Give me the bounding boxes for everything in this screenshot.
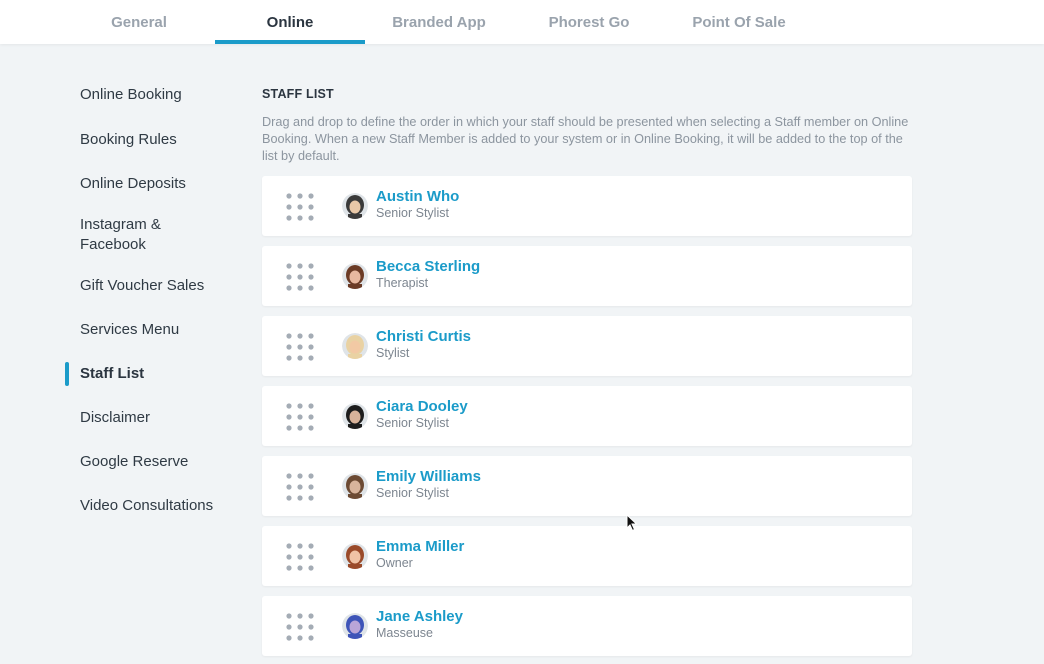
drag-handle-icon[interactable]	[286, 333, 314, 361]
section-description: Drag and drop to define the order in whi…	[262, 115, 909, 163]
staff-name[interactable]: Jane Ashley	[376, 608, 463, 625]
avatar	[342, 333, 368, 359]
avatar	[342, 193, 368, 219]
staff-card[interactable]: Becca Sterling Therapist	[262, 246, 912, 306]
staff-role: Senior Stylist	[376, 206, 449, 220]
staff-role: Owner	[376, 556, 413, 570]
staff-card[interactable]: Emma Miller Owner	[262, 526, 912, 586]
staff-card[interactable]: Jane Ashley Masseuse	[262, 596, 912, 656]
staff-name[interactable]: Ciara Dooley	[376, 398, 468, 415]
staff-card[interactable]: Ciara Dooley Senior Stylist	[262, 386, 912, 446]
sidebar-item-disclaimer[interactable]: Disclaimer	[80, 408, 230, 428]
sidebar-item-gift-voucher-sales[interactable]: Gift Voucher Sales	[80, 276, 230, 296]
sidebar-item-staff-list[interactable]: Staff List	[80, 364, 230, 384]
sidebar-item-online-deposits[interactable]: Online Deposits	[80, 174, 230, 194]
section-title: STAFF LIST	[262, 87, 334, 101]
sidebar-item-online-booking[interactable]: Online Booking	[80, 85, 230, 105]
staff-role: Senior Stylist	[376, 416, 449, 430]
staff-role: Senior Stylist	[376, 486, 449, 500]
tab-point-of-sale[interactable]: Point Of Sale	[664, 0, 814, 44]
settings-sidebar: Online Booking Booking Rules Online Depo…	[0, 44, 240, 664]
sidebar-item-instagram-facebook[interactable]: Instagram & Facebook	[80, 215, 200, 255]
active-item-indicator	[65, 362, 69, 386]
staff-name[interactable]: Austin Who	[376, 188, 459, 205]
staff-name[interactable]: Emma Miller	[376, 538, 464, 555]
staff-name[interactable]: Christi Curtis	[376, 328, 471, 345]
tab-general[interactable]: General	[64, 0, 214, 44]
avatar	[342, 543, 368, 569]
sidebar-item-google-reserve[interactable]: Google Reserve	[80, 452, 230, 472]
drag-handle-icon[interactable]	[286, 263, 314, 291]
avatar	[342, 263, 368, 289]
avatar	[342, 473, 368, 499]
staff-card[interactable]: Emily Williams Senior Stylist	[262, 456, 912, 516]
drag-handle-icon[interactable]	[286, 613, 314, 641]
staff-card[interactable]: Christi Curtis Stylist	[262, 316, 912, 376]
mouse-pointer-icon	[626, 514, 638, 532]
drag-handle-icon[interactable]	[286, 193, 314, 221]
staff-name[interactable]: Becca Sterling	[376, 258, 480, 275]
staff-name[interactable]: Emily Williams	[376, 468, 481, 485]
staff-card[interactable]: Austin Who Senior Stylist	[262, 176, 912, 236]
avatar	[342, 613, 368, 639]
staff-role: Masseuse	[376, 626, 433, 640]
avatar	[342, 403, 368, 429]
drag-handle-icon[interactable]	[286, 473, 314, 501]
staff-role: Therapist	[376, 276, 429, 290]
drag-handle-icon[interactable]	[286, 403, 314, 431]
sidebar-item-services-menu[interactable]: Services Menu	[80, 320, 230, 340]
tab-phorest-go[interactable]: Phorest Go	[514, 0, 664, 44]
tab-online[interactable]: Online	[215, 0, 365, 44]
staff-role: Stylist	[376, 346, 410, 360]
tab-branded-app[interactable]: Branded App	[364, 0, 514, 44]
drag-handle-icon[interactable]	[286, 543, 314, 571]
sidebar-item-video-consultations[interactable]: Video Consultations	[80, 496, 230, 516]
top-tab-bar: General Online Branded App Phorest Go Po…	[0, 0, 1044, 44]
sidebar-item-booking-rules[interactable]: Booking Rules	[80, 130, 230, 150]
